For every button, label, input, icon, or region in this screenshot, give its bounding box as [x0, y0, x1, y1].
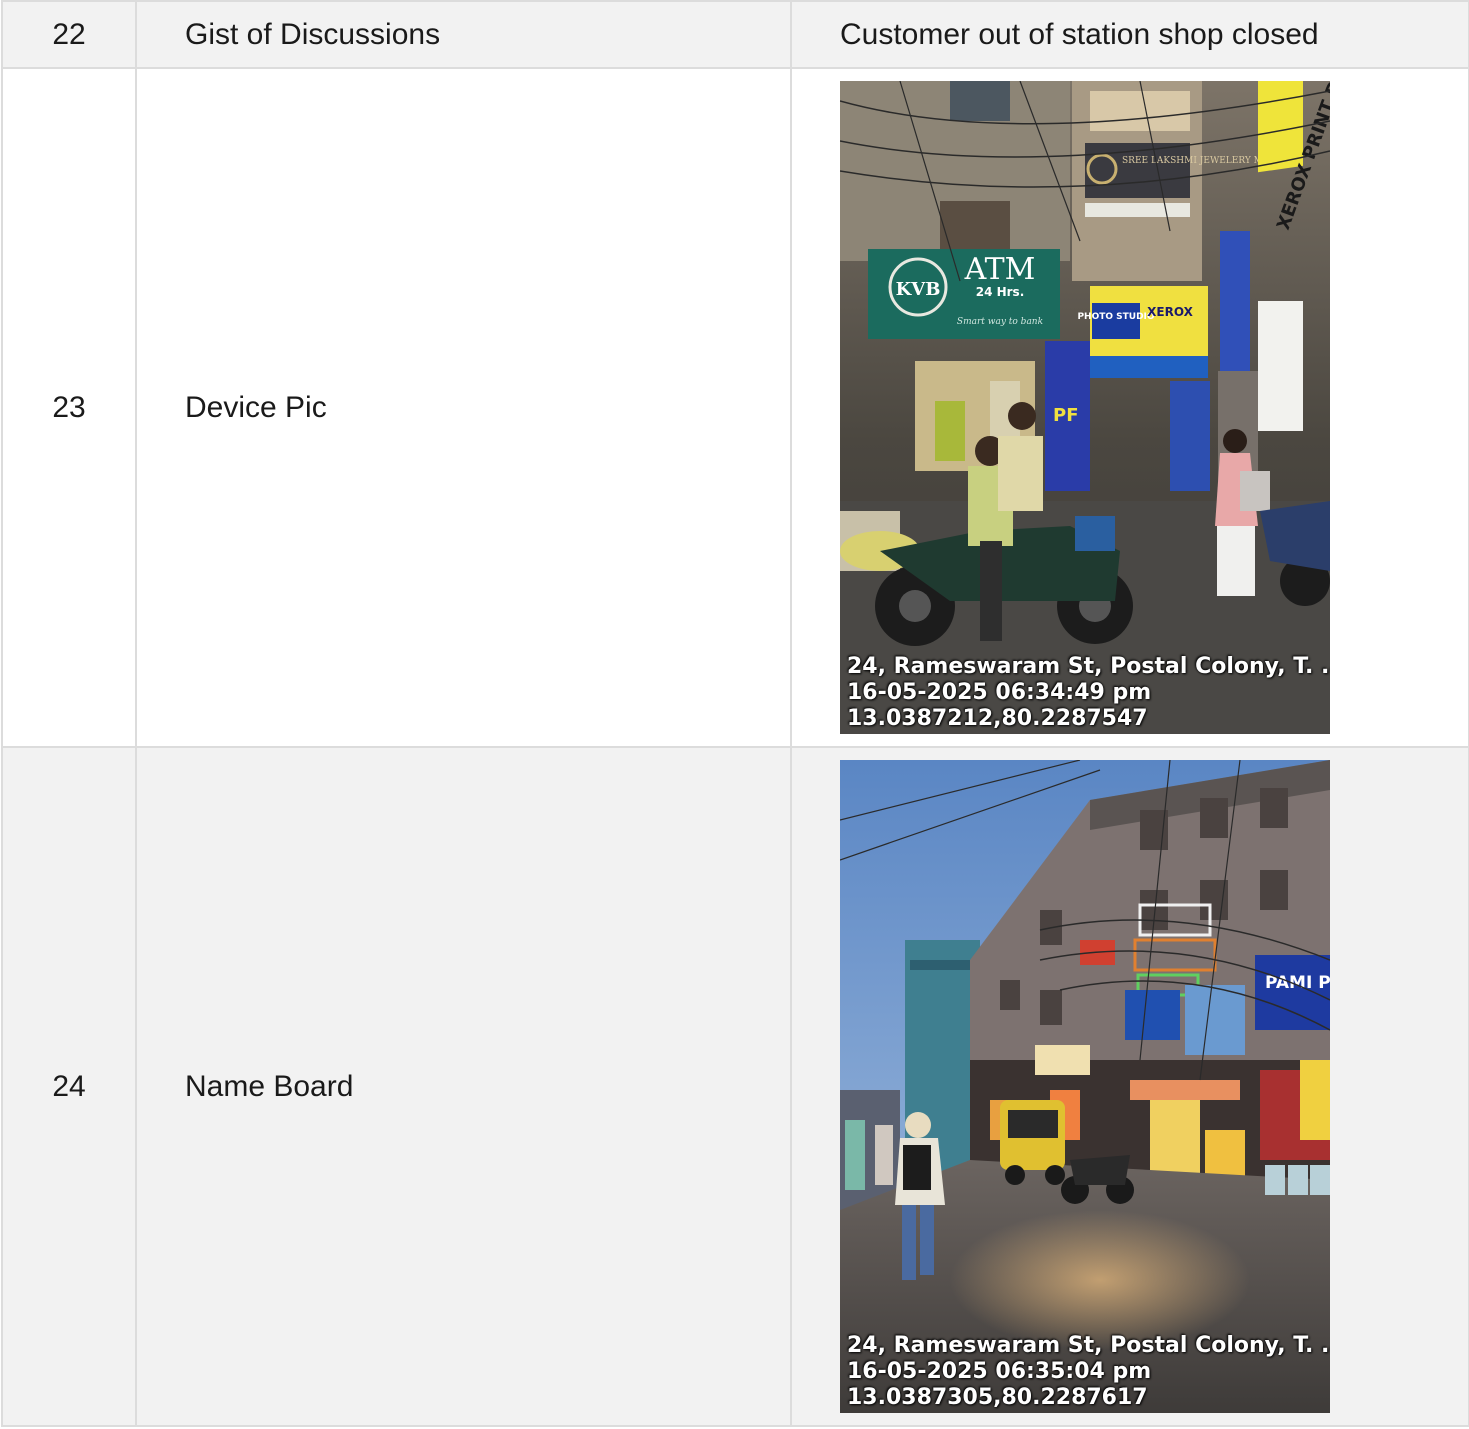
photo-stamp: 24, Rameswaram St, Postal Colony, T. ...…: [847, 1333, 1330, 1411]
xerox-sign-text: XEROX: [1147, 305, 1193, 319]
atm-hours-text: 24 Hrs.: [976, 285, 1025, 299]
row-value: SREE LAKSHMI JEWELERY MART KVB ATM 24 Hr…: [790, 67, 1469, 748]
name-board-photo: PAMI PHARM: [840, 760, 1330, 1413]
photo-stamp-datetime: 16-05-2025 06:34:49 pm: [847, 680, 1152, 705]
photo-stamp-coordinates: 13.0387212,80.2287547: [847, 706, 1148, 731]
name-board-photo-image: PAMI PHARM: [840, 760, 1330, 1413]
photo-stamp-coordinates: 13.0387305,80.2287617: [847, 1385, 1148, 1410]
row-value: Customer out of station shop closed: [790, 0, 1469, 69]
table-row: 23 Device Pic SREE LAKSHMI JEWELERY MART…: [1, 67, 1469, 748]
photo-stamp-address: 24, Rameswaram St, Postal Colony, T. ...: [847, 1333, 1330, 1358]
row-number: 23: [1, 67, 137, 748]
photo-studio-sign-text: PHOTO STUDIO: [1077, 312, 1154, 322]
photo-stamp: 24, Rameswaram St, Postal Colony, T. ...…: [847, 654, 1330, 732]
photo-stamp-address: 24, Rameswaram St, Postal Colony, T. ...: [847, 654, 1330, 679]
device-photo-image: SREE LAKSHMI JEWELERY MART KVB ATM 24 Hr…: [840, 81, 1330, 734]
row-number: 24: [1, 746, 137, 1427]
jewelry-sign-text: SREE LAKSHMI JEWELERY MART: [1122, 156, 1282, 166]
row-value: PAMI PHARM: [790, 746, 1469, 1427]
row-label: Name Board: [135, 746, 792, 1427]
details-table: 22 Gist of Discussions Customer out of s…: [1, 0, 1469, 1427]
photo-stamp-datetime: 16-05-2025 06:35:04 pm: [847, 1359, 1152, 1384]
atm-tagline-text: Smart way to bank: [957, 317, 1043, 327]
device-photo: SREE LAKSHMI JEWELERY MART KVB ATM 24 Hr…: [840, 81, 1330, 734]
kvb-sign-text: KVB: [896, 279, 941, 300]
table-row: 22 Gist of Discussions Customer out of s…: [1, 0, 1469, 69]
table-row: 24 Name Board PAMI P 24, Rameswaram St, …: [1, 746, 1469, 1427]
row-label: Device Pic: [135, 67, 792, 748]
atm-sign-text: ATM: [964, 252, 1036, 287]
row-label: Gist of Discussions: [135, 0, 792, 69]
pf-sign-text: PF: [1053, 405, 1079, 426]
row-number: 22: [1, 0, 137, 69]
